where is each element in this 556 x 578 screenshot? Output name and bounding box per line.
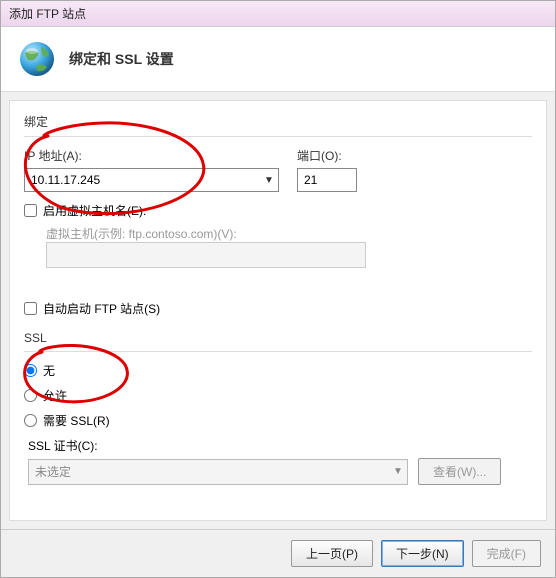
ssl-none-label: 无	[43, 362, 55, 379]
binding-row: IP 地址(A): ▼ 端口(O):	[24, 147, 532, 192]
cert-selected-value: 未选定	[29, 463, 389, 480]
vhost-field-label: 虚拟主机(示例: ftp.contoso.com)(V):	[46, 225, 532, 242]
dropdown-arrow-icon: ▼	[389, 466, 407, 477]
page-title: 绑定和 SSL 设置	[69, 49, 174, 69]
footer: 上一页(P) 下一步(N) 完成(F)	[1, 529, 555, 577]
vhost-checkbox-row: 启用虚拟主机名(E):	[24, 202, 532, 219]
globe-icon	[17, 39, 57, 79]
ip-label: IP 地址(A):	[24, 147, 279, 164]
ssl-none-radio[interactable]	[24, 364, 37, 377]
divider	[24, 136, 532, 137]
ssl-require-row: 需要 SSL(R)	[24, 412, 532, 429]
next-button[interactable]: 下一步(N)	[381, 540, 464, 567]
ip-field: IP 地址(A): ▼	[24, 147, 279, 192]
ssl-require-radio[interactable]	[24, 414, 37, 427]
dialog-window: 添加 FTP 站点 绑定和 SSL 设置 绑定	[0, 0, 556, 578]
vhost-checkbox[interactable]	[24, 204, 37, 217]
ip-input[interactable]	[25, 169, 260, 191]
port-input[interactable]	[297, 168, 357, 192]
content-area: 绑定 IP 地址(A): ▼ 端口(O): 启用虚拟主机名(E): 虚拟主机(示…	[9, 100, 547, 521]
divider	[24, 351, 532, 352]
ssl-allow-row: 允许	[24, 387, 532, 404]
ssl-require-label: 需要 SSL(R)	[43, 412, 110, 429]
autostart-checkbox[interactable]	[24, 302, 37, 315]
dropdown-arrow-icon[interactable]: ▼	[260, 175, 278, 186]
view-cert-button: 查看(W)...	[418, 458, 501, 485]
autostart-checkbox-row: 自动启动 FTP 站点(S)	[24, 300, 532, 317]
autostart-label: 自动启动 FTP 站点(S)	[43, 300, 160, 317]
cert-row: 未选定 ▼ 查看(W)...	[28, 458, 532, 485]
ssl-none-row: 无	[24, 362, 532, 379]
header: 绑定和 SSL 设置	[1, 27, 555, 92]
window-title: 添加 FTP 站点	[9, 7, 86, 21]
finish-button: 完成(F)	[472, 540, 541, 567]
ssl-allow-radio[interactable]	[24, 389, 37, 402]
cert-label: SSL 证书(C):	[28, 437, 532, 454]
prev-button[interactable]: 上一页(P)	[291, 540, 373, 567]
vhost-checkbox-label: 启用虚拟主机名(E):	[43, 202, 146, 219]
port-field: 端口(O):	[297, 147, 357, 192]
ip-combo[interactable]: ▼	[24, 168, 279, 192]
ssl-allow-label: 允许	[43, 387, 67, 404]
vhost-subgroup: 虚拟主机(示例: ftp.contoso.com)(V):	[46, 225, 532, 268]
binding-group-label: 绑定	[24, 113, 532, 130]
titlebar: 添加 FTP 站点	[1, 1, 555, 27]
cert-combo: 未选定 ▼	[28, 459, 408, 485]
vhost-input	[46, 242, 366, 268]
port-label: 端口(O):	[297, 147, 357, 164]
ssl-group-label: SSL	[24, 331, 532, 345]
